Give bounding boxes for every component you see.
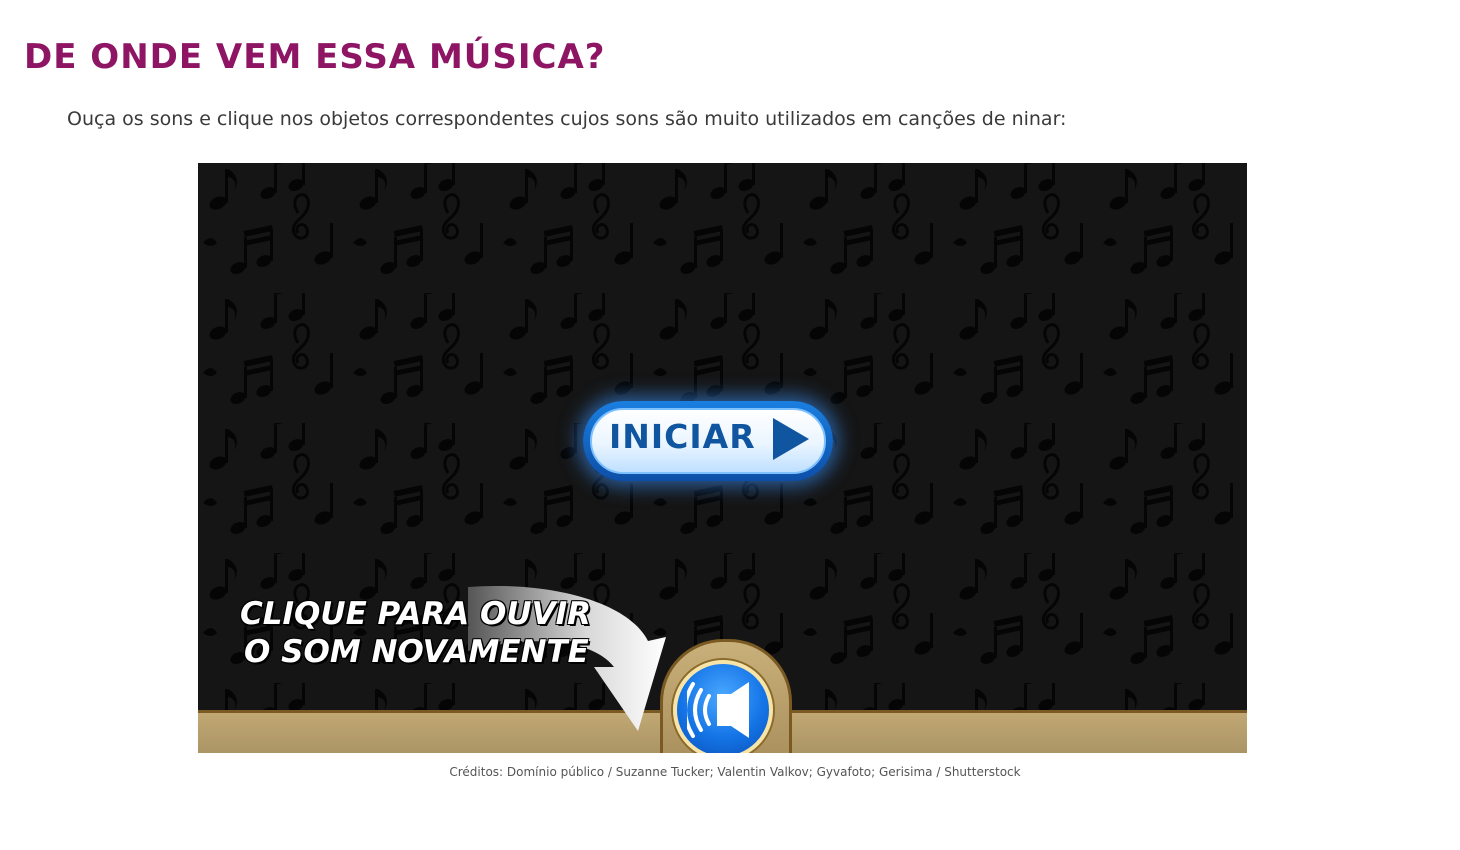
replay-hint-line-1: CLIQUE PARA OUVIR — [240, 596, 591, 632]
replay-hint: CLIQUE PARA OUVIR O SOM NOVAMENTE — [240, 595, 591, 671]
start-button[interactable]: INICIAR — [583, 401, 833, 481]
page-title: DE ONDE VEM ESSA MÚSICA? — [24, 37, 606, 77]
speaker-icon — [687, 682, 749, 738]
replay-sound-button[interactable] — [673, 660, 773, 753]
play-triangle-icon — [773, 418, 809, 460]
replay-hint-line-2: O SOM NOVAMENTE — [244, 634, 589, 670]
game-frame[interactable]: INICIAR CLIQUE PARA OUVIR O SOM NOVAMENT… — [198, 163, 1247, 753]
instructions-text: Ouça os sons e clique nos objetos corres… — [67, 108, 1067, 130]
image-credits: Créditos: Domínio público / Suzanne Tuck… — [449, 765, 1021, 779]
start-button-label: INICIAR — [609, 417, 756, 456]
